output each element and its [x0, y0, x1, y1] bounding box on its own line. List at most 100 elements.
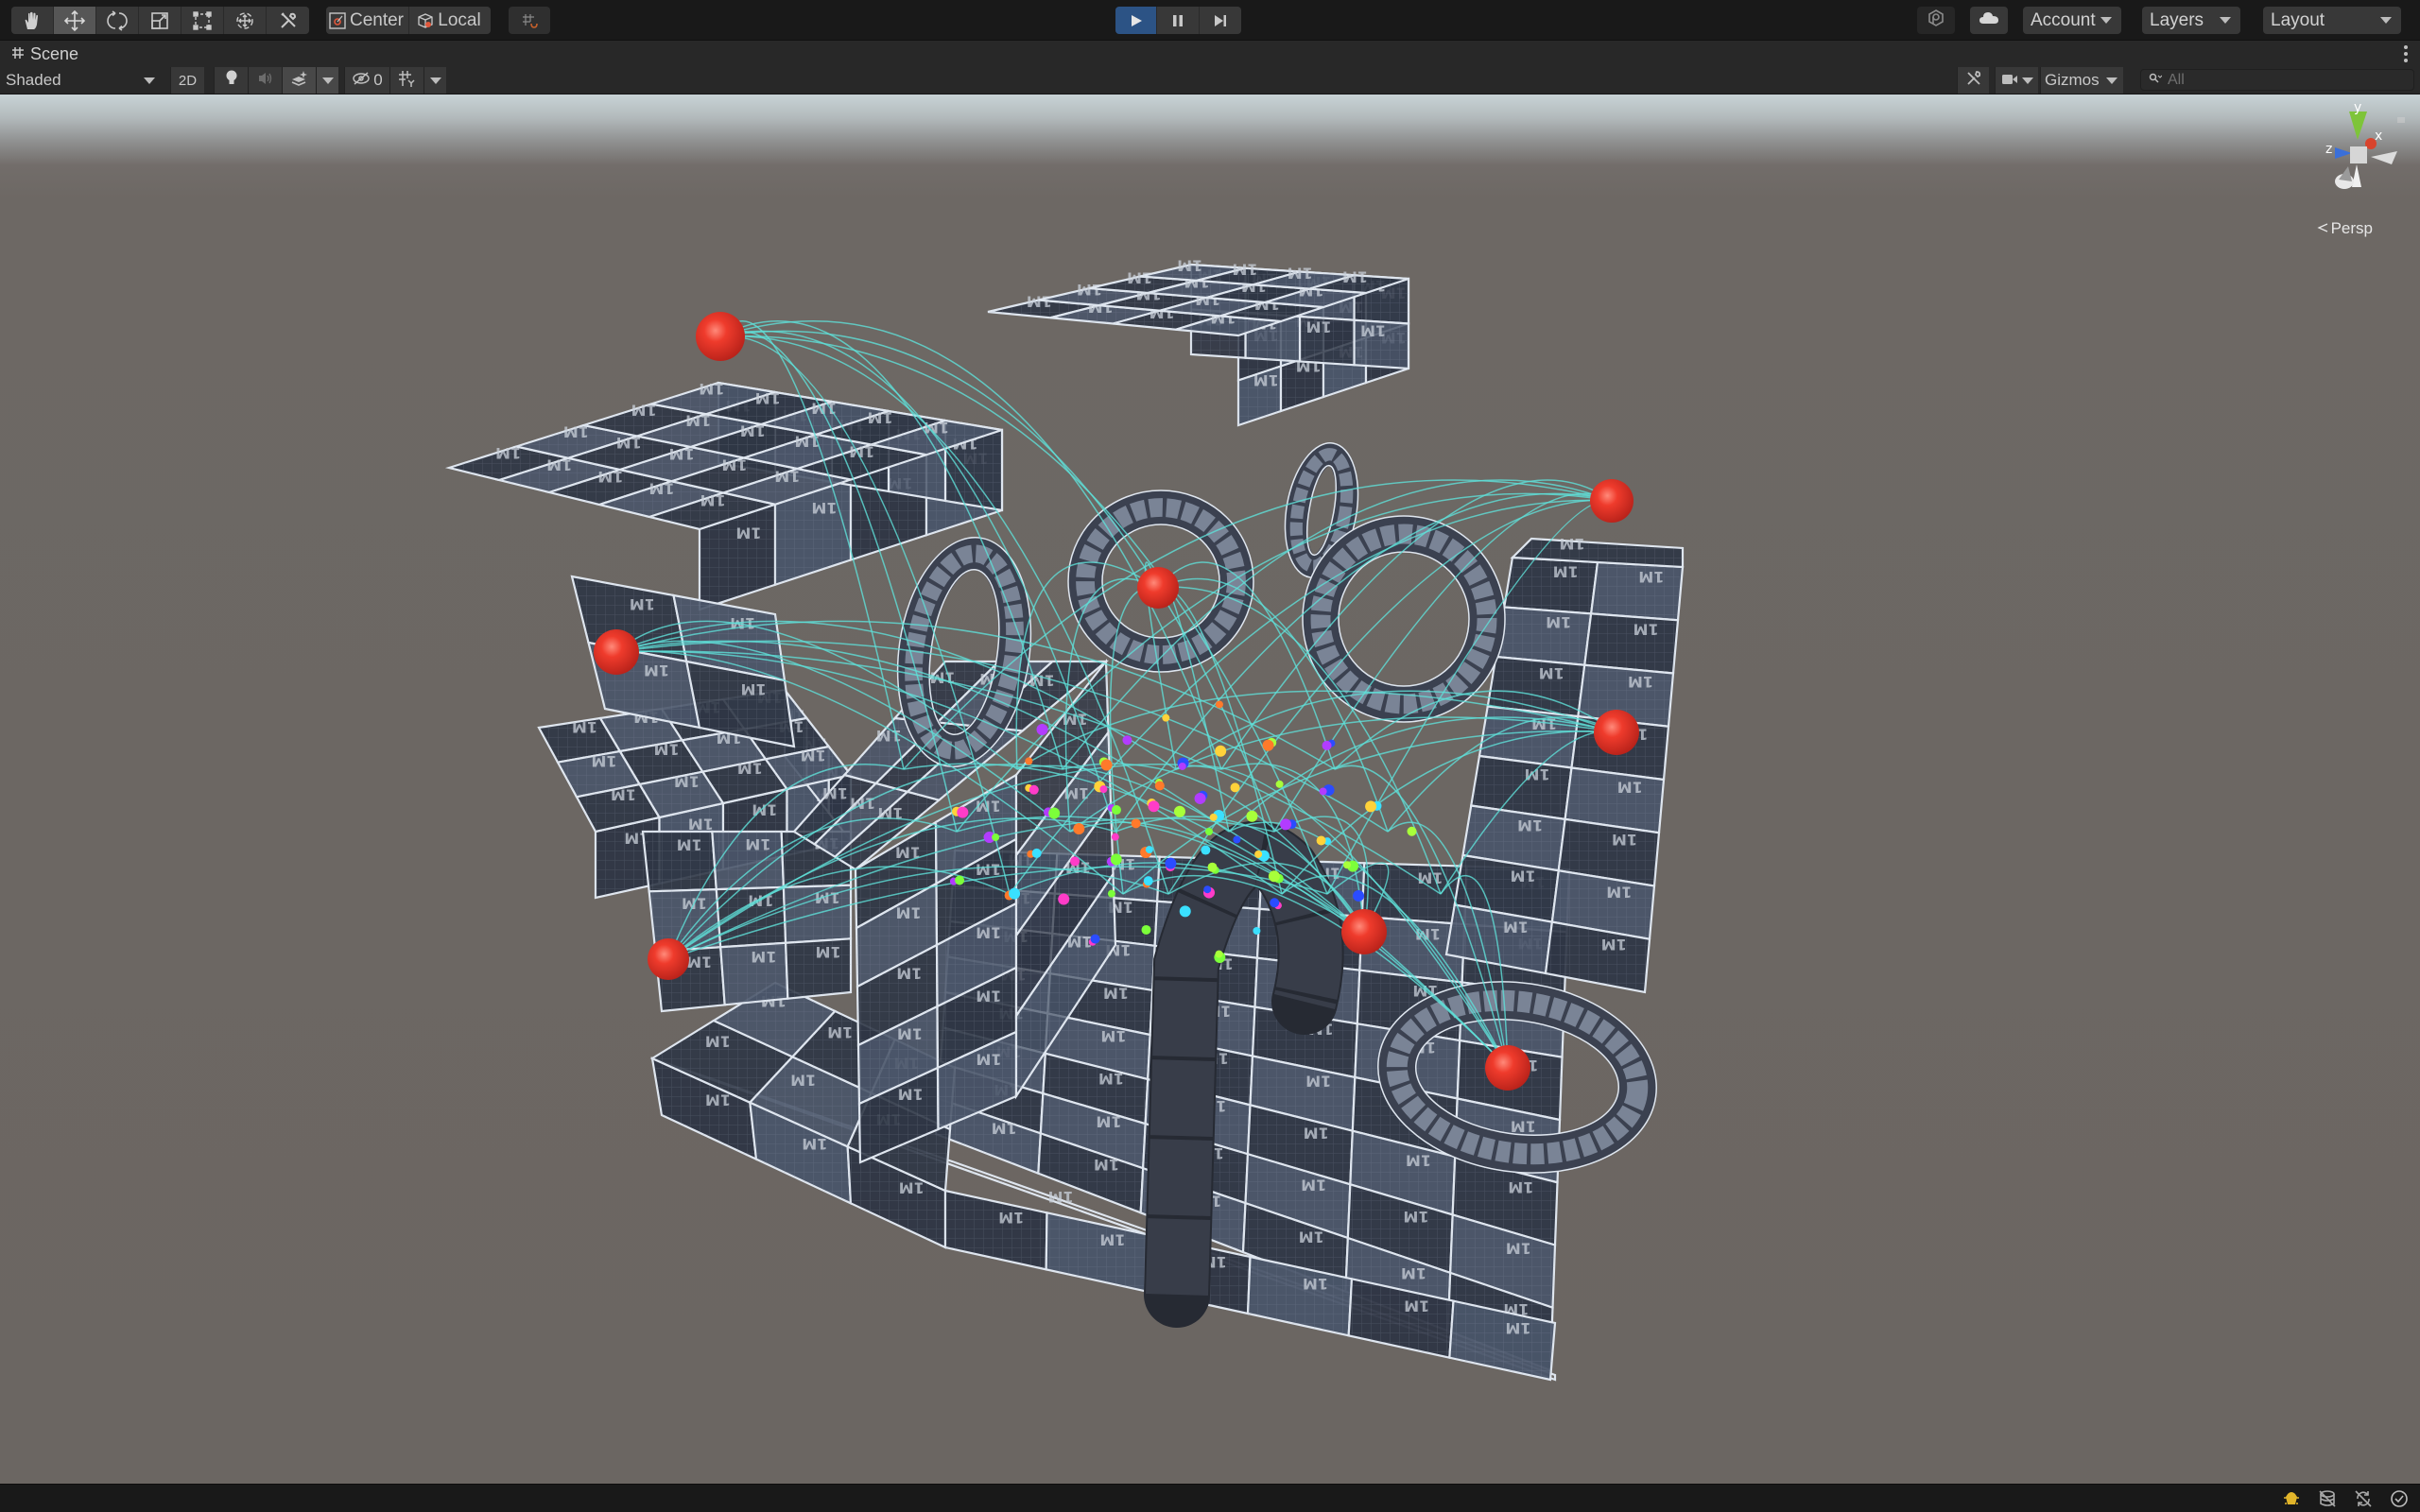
pause-button[interactable] — [1157, 7, 1200, 34]
step-icon — [1213, 13, 1228, 28]
scale-tool-button[interactable] — [139, 7, 182, 34]
cache-server-icon[interactable] — [2316, 1487, 2339, 1510]
tile-label: 1M — [1511, 1117, 1536, 1135]
hidden-objects-toggle[interactable]: 0 — [344, 67, 389, 94]
draw-mode-dropdown[interactable]: Shaded — [0, 67, 161, 94]
tile-label: 1M — [1560, 535, 1585, 553]
grid-dropdown[interactable] — [424, 67, 446, 94]
tile-label: 1M — [1601, 936, 1627, 954]
tools-toggle[interactable] — [1957, 67, 1989, 94]
scene-viewport[interactable]: 1M 1M 1M 1M 1M 1M 1M 1M 1M 1M 1M 1M 1M 1M 1M 1M 1M 1M 1M 1M… — [0, 94, 2420, 1484]
tile-label: 1M — [822, 784, 848, 802]
tile-label: 1M — [745, 835, 770, 853]
chevron-down-icon — [2021, 77, 2033, 84]
svg-text:z: z — [2325, 142, 2332, 157]
tile-label: 1M — [1099, 1231, 1125, 1249]
account-dropdown[interactable]: Account — [2023, 7, 2121, 34]
particle — [1110, 853, 1122, 866]
emitter-sphere — [1137, 567, 1179, 609]
chevron-down-icon — [2106, 77, 2118, 84]
particle — [1201, 845, 1211, 855]
cloud-icon — [1979, 10, 1999, 30]
particle — [1207, 862, 1218, 872]
gizmos-dropdown[interactable]: Gizmos — [2040, 67, 2123, 94]
play-button[interactable] — [1115, 7, 1157, 34]
2d-toggle[interactable]: 2D — [170, 67, 204, 94]
transform-icon — [233, 9, 256, 32]
rect-tool-button[interactable] — [182, 7, 224, 34]
tile-label: 1M — [1232, 261, 1257, 279]
services-button[interactable] — [1917, 7, 1955, 34]
scene-render: 1M 1M 1M 1M 1M 1M 1M 1M 1M 1M 1M 1M 1M 1M 1M 1M 1M 1M 1M 1M… — [444, 257, 1685, 1382]
axis-gizmo-icon: y x z — [2325, 100, 2405, 189]
particle — [1322, 740, 1332, 750]
particle — [1111, 805, 1121, 816]
search-input[interactable] — [2168, 71, 2394, 89]
grid-icon — [398, 70, 417, 92]
tile-label: 1M — [1406, 1151, 1431, 1169]
lighting-toggle[interactable] — [214, 67, 248, 94]
tile-label: 1M — [976, 923, 1001, 941]
particle — [1145, 846, 1153, 854]
tile-label: 1M — [1417, 868, 1443, 886]
bug-icon[interactable] — [2280, 1487, 2303, 1510]
layout-dropdown[interactable]: Layout — [2263, 7, 2401, 34]
particle — [1099, 785, 1108, 794]
custom-tool-button[interactable] — [267, 7, 309, 34]
scene-effects-toggle[interactable] — [282, 67, 316, 94]
scene-effects-dropdown[interactable] — [316, 67, 338, 94]
pivot-mode-button[interactable]: Center — [326, 7, 409, 34]
tile-label: 1M — [1306, 318, 1332, 336]
particle — [1179, 905, 1191, 918]
grid-toggle[interactable] — [389, 67, 424, 94]
projection-toggle[interactable]: Persp — [2316, 219, 2373, 238]
tile-texture — [1591, 562, 1683, 621]
check-circle-icon[interactable] — [2388, 1487, 2411, 1510]
particle — [957, 806, 969, 818]
scene-view-toolbar: Shaded 2D 0 Gizmos All — [0, 66, 2420, 94]
move-tool-button[interactable] — [54, 7, 96, 34]
grid-snap-button[interactable] — [509, 7, 550, 34]
pivot-rotation-button[interactable]: Local — [409, 7, 491, 34]
tile-label: 1M — [1517, 816, 1543, 834]
camera-dropdown[interactable] — [1995, 67, 2038, 94]
particle — [1268, 870, 1280, 883]
tile-label: 1M — [1177, 257, 1202, 275]
emitter-sphere — [1485, 1045, 1530, 1091]
tile-texture — [945, 1191, 1047, 1270]
transform-tool-button[interactable] — [224, 7, 267, 34]
tile-label: 1M — [1506, 1240, 1531, 1258]
tile-label: 1M — [648, 480, 674, 498]
move-icon — [63, 9, 86, 32]
tile-label: 1M — [976, 987, 1001, 1005]
scene-search — [2140, 69, 2414, 91]
tile-label: 1M — [1301, 1177, 1326, 1194]
step-button[interactable] — [1200, 7, 1241, 34]
camera-icon — [2001, 71, 2018, 90]
tile-label: 1M — [1628, 673, 1653, 691]
layers-dropdown[interactable]: Layers — [2142, 7, 2240, 34]
tile-label: 1M — [998, 1209, 1024, 1227]
tab-scene[interactable]: Scene — [0, 41, 91, 67]
particle — [1058, 893, 1070, 905]
tile-label: 1M — [1617, 778, 1643, 796]
tile-label: 1M — [898, 1085, 924, 1103]
orientation-gizmo[interactable]: y x z Persp — [2297, 94, 2411, 246]
tile-label: 1M — [674, 773, 700, 791]
pivot-mode-label: Center — [349, 9, 405, 30]
particle — [1316, 835, 1326, 846]
hand-tool-button[interactable] — [11, 7, 54, 34]
rotate-tool-button[interactable] — [96, 7, 139, 34]
tile-label: 1M — [1401, 1264, 1426, 1282]
tile-label: 1M — [737, 760, 763, 778]
chevron-down-icon — [2220, 17, 2231, 24]
unity-editor: Center Local Account Layers Layout Scene… — [0, 0, 2420, 1512]
cloud-button[interactable] — [1970, 7, 2008, 34]
audio-toggle[interactable] — [248, 67, 282, 94]
auto-generate-lighting-icon[interactable] — [2352, 1487, 2375, 1510]
kebab-menu-icon[interactable] — [2399, 43, 2412, 64]
scene-tab-bar: Scene — [0, 40, 2420, 67]
particle — [1173, 805, 1185, 817]
scale-icon — [149, 10, 170, 31]
tile-label: 1M — [868, 409, 893, 427]
